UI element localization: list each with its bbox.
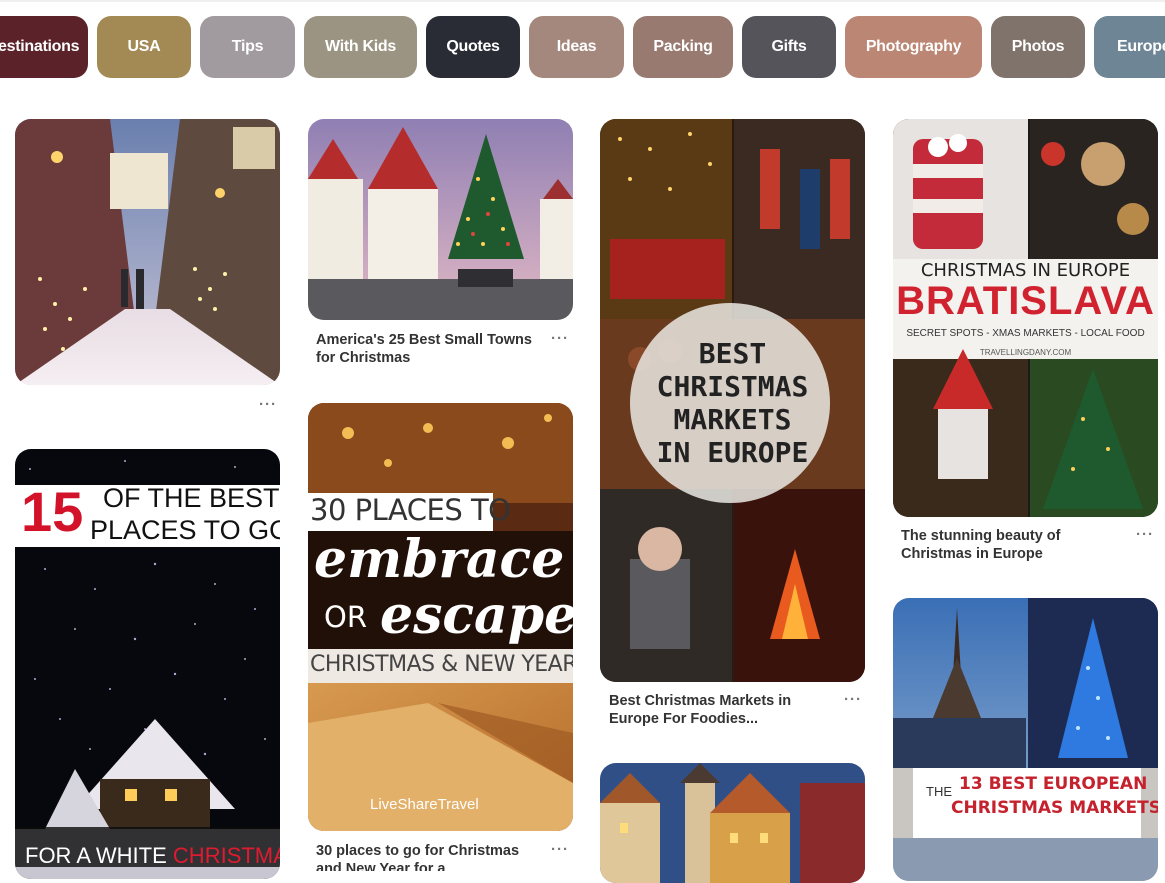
pin-image: [893, 598, 1158, 881]
chip-photos[interactable]: Photos: [991, 16, 1085, 78]
overlay-line: BEST: [698, 337, 767, 370]
pin-more-button[interactable]: ···: [551, 842, 569, 857]
chip-tips[interactable]: Tips: [200, 16, 295, 78]
pin-image: [308, 119, 573, 320]
pin-title: America's 25 Best Small Towns for Christ…: [316, 332, 532, 366]
pin-more-button[interactable]: ···: [1136, 527, 1154, 542]
chip-destinations[interactable]: Destinations: [0, 16, 88, 78]
chip-with-kids[interactable]: With Kids: [304, 16, 417, 78]
overlay-number: 15: [21, 480, 84, 543]
pin-image: [15, 119, 280, 385]
pin-medieval-town[interactable]: [600, 763, 865, 883]
chip-label: Quotes: [446, 38, 500, 55]
pin-small-towns[interactable]: [308, 119, 573, 320]
chip-label: USA: [127, 38, 161, 55]
overlay-line: embrace: [314, 529, 565, 590]
pin-european-markets[interactable]: THE 13 BEST EUROPEAN CHRISTMAS MARKETS: [893, 598, 1158, 881]
overlay-line: FOR A WHITE CHRISTMAS: [25, 843, 280, 869]
chip-label: With Kids: [325, 38, 396, 55]
pin-title: The stunning beauty of Christmas in Euro…: [901, 528, 1061, 562]
overlay-line: IN EUROPE: [656, 436, 809, 469]
pin-more-button[interactable]: ···: [844, 692, 862, 707]
overlay-line: CHRISTMAS & NEW YEAR: [310, 652, 573, 677]
pin-image: [600, 763, 865, 883]
overlay-line: PLACES TO GO: [90, 515, 280, 545]
overlay-line: 30 PLACES TO: [310, 493, 511, 527]
pin-snowy-street[interactable]: [15, 119, 280, 385]
overlay-line: TRAVELLINGDANY.COM: [979, 348, 1072, 357]
chip-packing[interactable]: Packing: [633, 16, 733, 78]
chip-label: Gifts: [771, 38, 807, 55]
pin-markets-foodies[interactable]: BEST CHRISTMAS MARKETS IN EUROPE: [600, 119, 865, 682]
overlay-bottom-a: FOR A WHITE: [25, 843, 167, 868]
chip-label: Photos: [1011, 38, 1065, 55]
chip-label: Ideas: [556, 38, 597, 55]
overlay-line: THE: [926, 784, 952, 799]
overlay-line: MARKETS: [673, 403, 792, 436]
pin-white-christmas[interactable]: 15 OF THE BEST PLACES TO GO FOR A WHITE …: [15, 449, 280, 879]
pin-title: Best Christmas Markets in Europe For Foo…: [609, 693, 792, 727]
chip-europe[interactable]: Europe: [1094, 16, 1165, 78]
chip-usa[interactable]: USA: [97, 16, 191, 78]
overlay-bottom-b: CHRISTMAS: [172, 843, 280, 868]
chip-gifts[interactable]: Gifts: [742, 16, 836, 78]
chip-label: Tips: [231, 38, 264, 55]
chip-photography[interactable]: Photography: [845, 16, 982, 78]
pin-thirty-places[interactable]: 30 PLACES TO embrace OR escape CHRISTMAS…: [308, 403, 573, 831]
pin-title: 30 places to go for Christmas and New Ye…: [316, 843, 520, 871]
chip-ideas[interactable]: Ideas: [529, 16, 624, 78]
pin-bratislava[interactable]: CHRISTMAS IN EUROPE BRATISLAVA SECRET SP…: [893, 119, 1158, 517]
overlay-line: BRATISLAVA: [896, 279, 1155, 323]
overlay-line: CHRISTMAS: [656, 370, 809, 403]
chip-label: Photography: [865, 38, 962, 55]
chip-label: Packing: [653, 38, 713, 55]
overlay-brand: LiveShareTravel: [370, 796, 479, 813]
overlay-line: SECRET SPOTS - XMAS MARKETS - LOCAL FOOD: [906, 328, 1145, 339]
overlay-line: CHRISTMAS MARKETS: [951, 798, 1158, 818]
top-divider: [0, 0, 1165, 2]
chip-label: Destinations: [0, 38, 80, 55]
chip-quotes[interactable]: Quotes: [426, 16, 520, 78]
pin-more-button[interactable]: ···: [551, 331, 569, 346]
overlay-heading: BEST CHRISTMAS MARKETS IN EUROPE: [600, 337, 865, 469]
overlay-line: 13 BEST EUROPEAN: [959, 774, 1148, 794]
overlay-line: CHRISTMAS IN EUROPE: [920, 260, 1131, 281]
overlay-line: escape: [380, 585, 573, 646]
pin-more-button[interactable]: ···: [259, 397, 277, 412]
overlay-line: OF THE BEST: [103, 483, 280, 513]
overlay-line: OR: [324, 600, 367, 634]
chip-label: Europe: [1117, 38, 1165, 55]
